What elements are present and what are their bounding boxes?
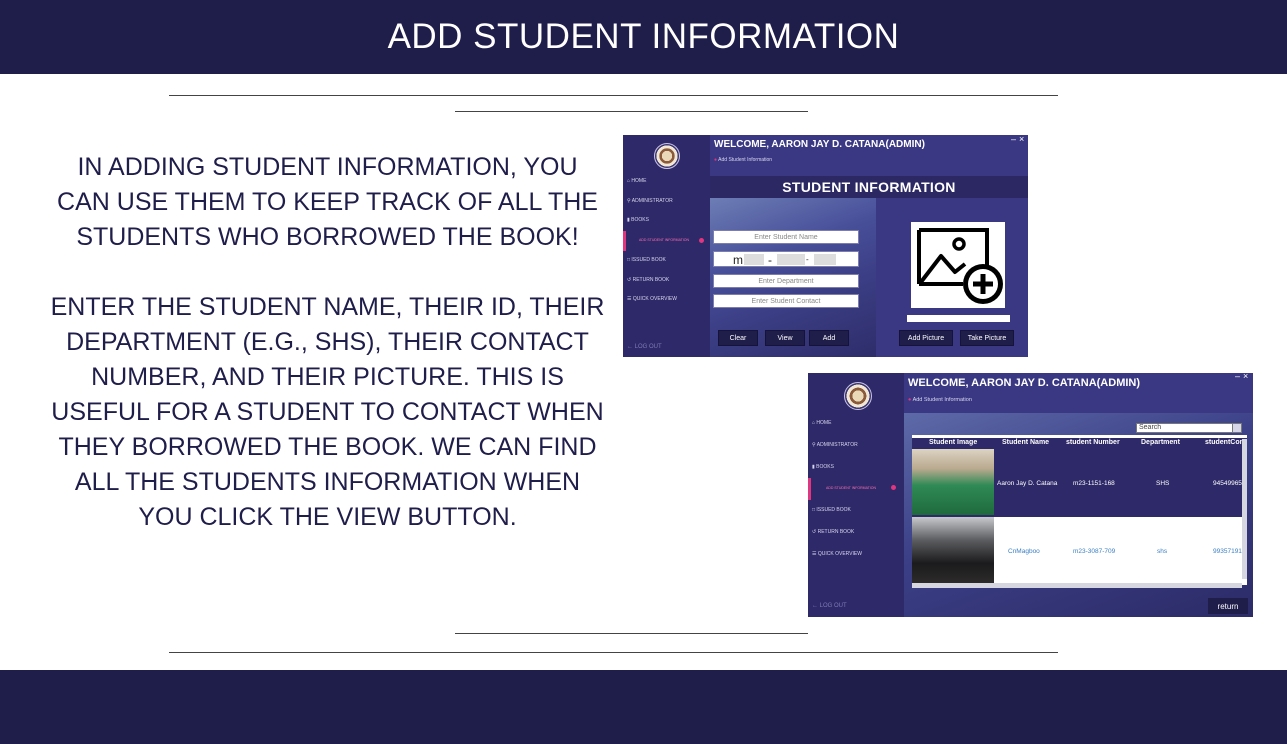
return-button[interactable]: return bbox=[1208, 598, 1248, 614]
add-button[interactable]: Add bbox=[809, 330, 849, 346]
breadcrumb: ● Add Student Information bbox=[714, 157, 773, 163]
sidebar-item-administrator[interactable]: ⚲ ADMINISTRATOR bbox=[812, 442, 858, 448]
slide-footer bbox=[0, 670, 1287, 744]
slide-title: ADD STUDENT INFORMATION bbox=[387, 17, 900, 56]
school-logo bbox=[654, 143, 680, 169]
sidebar-item-issued-book[interactable]: □ ISSUED BOOK bbox=[812, 507, 851, 513]
sidebar-item-quick-overview[interactable]: ☰ QUICK OVERVIEW bbox=[627, 296, 677, 302]
intro-paragraph: IN ADDING STUDENT INFORMATION, YOU CAN U… bbox=[57, 153, 598, 251]
column-header[interactable]: student Number bbox=[1066, 439, 1120, 446]
sidebar: ⌂ HOME ⚲ ADMINISTRATOR ▮ BOOKS ADD STUDE… bbox=[808, 373, 904, 617]
student-table-screenshot: ⌂ HOME ⚲ ADMINISTRATOR ▮ BOOKS ADD STUDE… bbox=[808, 373, 1253, 617]
column-header[interactable]: Student Name bbox=[1002, 439, 1049, 446]
logout-link[interactable]: ← LOG OUT bbox=[627, 344, 662, 350]
instructions-paragraph: ENTER THE STUDENT NAME, THEIR ID, THEIR … bbox=[50, 293, 605, 531]
logout-link[interactable]: ← LOG OUT bbox=[812, 603, 847, 609]
horizontal-scrollbar[interactable] bbox=[912, 583, 1242, 588]
search-input[interactable]: Search bbox=[1136, 423, 1240, 433]
form-title: STUDENT INFORMATION bbox=[710, 176, 1028, 198]
column-header[interactable]: Student Image bbox=[929, 439, 977, 446]
department-input[interactable]: Enter Department bbox=[713, 274, 859, 288]
sidebar-item-administrator[interactable]: ⚲ ADMINISTRATOR bbox=[627, 198, 673, 204]
add-image-icon[interactable] bbox=[911, 222, 1005, 308]
id-prefix: m bbox=[733, 253, 743, 267]
sidebar-item-add-student[interactable]: ADD STUDENT INFORMATION bbox=[639, 238, 689, 242]
slide: ADD STUDENT INFORMATION IN ADDING STUDEN… bbox=[0, 0, 1287, 744]
student-number-cell: m23-3087-709 bbox=[1073, 548, 1116, 555]
sidebar-item-home[interactable]: ⌂ HOME bbox=[627, 178, 646, 184]
sidebar-item-return-book[interactable]: ↺ RETURN BOOK bbox=[627, 277, 669, 283]
sidebar-item-books[interactable]: ▮ BOOKS bbox=[812, 464, 834, 470]
sidebar-item-books[interactable]: ▮ BOOKS bbox=[627, 217, 649, 223]
active-dot bbox=[891, 485, 896, 490]
column-header[interactable]: Department bbox=[1141, 439, 1180, 446]
id-segment-1[interactable] bbox=[744, 254, 764, 265]
student-photo bbox=[912, 449, 994, 515]
student-form-screenshot: ⌂ HOME ⚲ ADMINISTRATOR ▮ BOOKS ADD STUDE… bbox=[623, 135, 1028, 357]
view-button[interactable]: View bbox=[765, 330, 805, 346]
student-name-input[interactable]: Enter Student Name bbox=[713, 230, 859, 244]
sidebar-item-issued-book[interactable]: □ ISSUED BOOK bbox=[627, 257, 666, 263]
sidebar-item-return-book[interactable]: ↺ RETURN BOOK bbox=[812, 529, 854, 535]
column-header[interactable]: studentCon bbox=[1205, 439, 1244, 446]
top-divider-short bbox=[455, 111, 808, 112]
contact-cell: 94549965 bbox=[1213, 480, 1242, 487]
sidebar-item-quick-overview[interactable]: ☰ QUICK OVERVIEW bbox=[812, 551, 862, 557]
close-button[interactable]: × bbox=[1019, 135, 1024, 144]
school-logo bbox=[844, 382, 872, 410]
slide-header: ADD STUDENT INFORMATION bbox=[0, 0, 1287, 74]
contact-input[interactable]: Enter Student Contact bbox=[713, 294, 859, 308]
vertical-scrollbar[interactable] bbox=[1242, 439, 1247, 579]
minimize-button[interactable]: – bbox=[1235, 373, 1240, 381]
id-segment-3[interactable] bbox=[814, 254, 836, 265]
top-divider-long bbox=[169, 95, 1058, 96]
student-number-cell: m23-1151-168 bbox=[1073, 480, 1115, 487]
search-icon[interactable] bbox=[1232, 423, 1242, 433]
id-separator-2: - bbox=[806, 255, 809, 264]
id-segment-2[interactable] bbox=[777, 254, 805, 265]
active-dot bbox=[699, 238, 704, 243]
bottom-divider-short bbox=[455, 633, 808, 634]
active-indicator bbox=[808, 478, 811, 500]
bottom-divider-long bbox=[169, 652, 1058, 653]
breadcrumb: ● Add Student Information bbox=[908, 397, 972, 403]
sidebar-item-home[interactable]: ⌂ HOME bbox=[812, 420, 831, 426]
take-picture-button[interactable]: Take Picture bbox=[960, 330, 1014, 346]
close-button[interactable]: × bbox=[1243, 373, 1248, 381]
department-cell: shs bbox=[1157, 548, 1168, 555]
student-name-cell: CnMagboo bbox=[1008, 548, 1040, 555]
sidebar: ⌂ HOME ⚲ ADMINISTRATOR ▮ BOOKS ADD STUDE… bbox=[623, 135, 710, 357]
minimize-button[interactable]: – bbox=[1011, 135, 1016, 144]
id-separator-1: - bbox=[768, 253, 772, 267]
welcome-text: WELCOME, AARON JAY D. CATANA(ADMIN) bbox=[714, 139, 925, 150]
department-cell: SHS bbox=[1156, 480, 1170, 487]
contact-cell: 99357191 bbox=[1213, 548, 1242, 555]
add-picture-button[interactable]: Add Picture bbox=[899, 330, 953, 346]
student-photo bbox=[912, 517, 994, 583]
sidebar-item-add-student[interactable]: ADD STUDENT INFORMATION bbox=[826, 486, 876, 490]
picture-path-field[interactable] bbox=[907, 315, 1010, 322]
student-name-cell: Aaron Jay D. Catana bbox=[997, 480, 1058, 487]
clear-button[interactable]: Clear bbox=[718, 330, 758, 346]
welcome-text: WELCOME, AARON JAY D. CATANA(ADMIN) bbox=[908, 377, 1141, 389]
active-indicator bbox=[623, 231, 626, 251]
student-id-input[interactable]: m - - bbox=[713, 251, 859, 267]
